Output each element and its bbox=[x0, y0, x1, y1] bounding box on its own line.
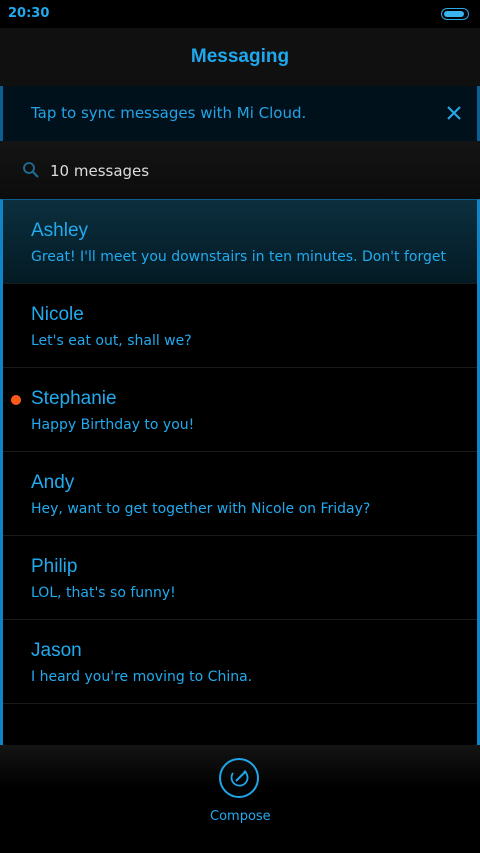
sync-banner[interactable]: Tap to sync messages with Mi Cloud. bbox=[0, 86, 480, 141]
message-snippet: I heard you're moving to China. bbox=[31, 669, 253, 685]
message-snippet: LOL, that's so funny! bbox=[31, 585, 176, 601]
conversation-row[interactable]: Stephanie Happy Birthday to you! bbox=[3, 368, 477, 452]
battery-level-fill bbox=[444, 11, 464, 17]
status-time: 20:30 bbox=[8, 6, 50, 21]
compose-icon[interactable] bbox=[219, 758, 259, 798]
bottom-bar: Compose bbox=[0, 745, 480, 853]
contact-name: Stephanie bbox=[31, 388, 117, 409]
page-title: Messaging bbox=[190, 46, 290, 67]
conversation-list: Ashley Great! I'll meet you downstairs i… bbox=[0, 199, 480, 745]
contact-name: Ashley bbox=[31, 220, 89, 241]
contact-name: Andy bbox=[31, 472, 75, 493]
conversation-row[interactable]: Ashley Great! I'll meet you downstairs i… bbox=[3, 200, 477, 284]
close-icon[interactable] bbox=[443, 102, 465, 124]
sync-banner-text[interactable]: Tap to sync messages with Mi Cloud. bbox=[31, 104, 306, 122]
search-input[interactable]: 10 messages bbox=[50, 162, 149, 180]
message-snippet: Great! I'll meet you downstairs in ten m… bbox=[31, 249, 446, 265]
unread-dot bbox=[11, 395, 21, 405]
contact-name: Philip bbox=[31, 556, 78, 577]
compose-label[interactable]: Compose bbox=[210, 809, 271, 824]
battery-icon bbox=[441, 8, 469, 20]
message-snippet: Happy Birthday to you! bbox=[31, 417, 195, 433]
conversation-row[interactable]: Jason I heard you're moving to China. bbox=[3, 620, 477, 704]
conversation-row[interactable]: Andy Hey, want to get together with Nico… bbox=[3, 452, 477, 536]
message-snippet: Let's eat out, shall we? bbox=[31, 333, 192, 349]
compose-button[interactable]: Compose bbox=[210, 758, 271, 828]
search-icon bbox=[22, 161, 40, 179]
message-snippet: Hey, want to get together with Nicole on… bbox=[31, 501, 371, 517]
search-bar[interactable]: 10 messages bbox=[0, 141, 480, 199]
status-bar: 20:30 bbox=[0, 0, 480, 28]
conversation-row[interactable]: Nicole Let's eat out, shall we? bbox=[3, 284, 477, 368]
contact-name: Jason bbox=[31, 640, 82, 661]
conversation-row[interactable]: Philip LOL, that's so funny! bbox=[3, 536, 477, 620]
contact-name: Nicole bbox=[31, 304, 84, 325]
title-bar: Messaging bbox=[0, 28, 480, 86]
